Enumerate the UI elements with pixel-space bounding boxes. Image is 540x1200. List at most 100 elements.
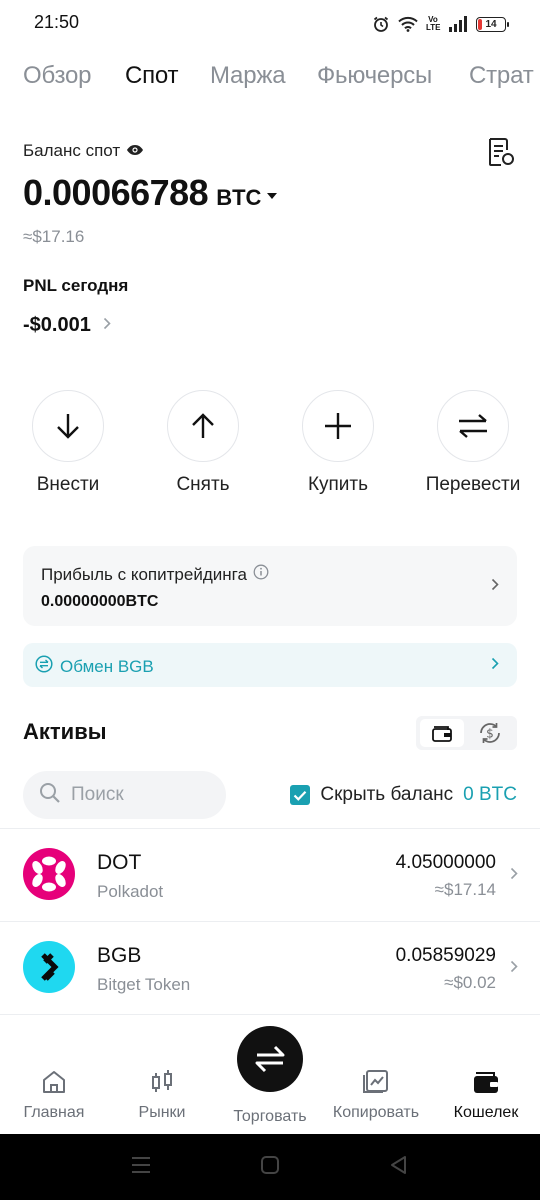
asset-amount: 4.05000000: [395, 852, 496, 873]
asset-amount: 0.05859029: [395, 945, 496, 966]
caret-down-icon[interactable]: [267, 193, 278, 199]
home-circle-icon[interactable]: [260, 1155, 280, 1180]
arrow-up-icon: [167, 390, 239, 462]
asset-name: Bitget Token: [97, 975, 191, 994]
nav-wallet-label: Кошелек: [453, 1104, 519, 1121]
swap-icon: [255, 1045, 285, 1073]
arrow-down-icon: [32, 390, 104, 462]
copy-trading-title: Прибыль с копитрейдинга: [41, 564, 269, 585]
candles-icon: [152, 1070, 172, 1092]
pnl-label: PNL сегодня: [23, 276, 129, 295]
exchange-bgb-label: Обмен BGB: [35, 655, 154, 678]
quick-actions: Внести Снять Купить Перевести: [0, 390, 540, 510]
chevron-right-icon: [103, 317, 111, 335]
asset-view-toggle: $: [416, 716, 517, 750]
search-box[interactable]: [23, 771, 226, 819]
status-time: 21:50: [34, 12, 80, 32]
signal-icon: [448, 16, 468, 32]
svg-text:$: $: [486, 727, 494, 741]
wallet-view-button[interactable]: [420, 719, 464, 747]
check-icon: [294, 790, 307, 801]
balance-row: 0.00066788 BTC: [23, 172, 278, 214]
transfer-icon: [437, 390, 509, 462]
currency-view-button[interactable]: $: [468, 719, 512, 747]
pnl-value: -$0.001: [23, 314, 91, 336]
deposit-button[interactable]: Внести: [8, 390, 128, 496]
dollar-cycle-icon: $: [480, 723, 500, 743]
battery-level: 14: [485, 18, 497, 30]
asset-usd-value: ≈$17.14: [434, 880, 496, 899]
tab-overview[interactable]: Обзор: [23, 62, 92, 90]
hide-balance-checkbox[interactable]: [290, 785, 311, 805]
balance-label: Баланс спот: [23, 141, 144, 161]
bitget-logo-icon: [23, 941, 75, 993]
exchange-bgb-banner[interactable]: Обмен BGB: [23, 643, 517, 687]
chevron-right-icon: [510, 960, 518, 978]
nav-markets[interactable]: Рынки: [108, 1068, 216, 1122]
transfer-button[interactable]: Перевести: [413, 390, 533, 496]
copy-trading-title-text: Прибыль с копитрейдинга: [41, 564, 247, 584]
chevron-right-icon: [491, 657, 499, 675]
nav-wallet[interactable]: Кошелек: [432, 1068, 540, 1122]
back-icon[interactable]: [389, 1155, 409, 1180]
polkadot-logo-icon: [23, 848, 75, 900]
alarm-icon: [372, 15, 390, 33]
nav-home[interactable]: Главная: [0, 1068, 108, 1122]
exchange-icon: [35, 655, 53, 678]
account-tabs: Обзор Спот Маржа Фьючерсы Страт: [0, 62, 540, 102]
volte-icon: Vo LTE: [426, 15, 441, 32]
nav-copy[interactable]: Копировать: [322, 1068, 430, 1122]
buy-label: Купить: [307, 474, 369, 495]
hide-balance-label: Скрыть баланс: [320, 784, 454, 805]
status-icons: Vo LTE 14: [372, 12, 509, 36]
asset-usd-value: ≈$0.02: [444, 973, 496, 992]
asset-row-dot[interactable]: DOT Polkadot 4.05000000 ≈$17.14: [0, 829, 540, 921]
balance-currency-selector[interactable]: BTC: [216, 185, 261, 211]
info-icon[interactable]: [253, 564, 269, 585]
copy-chart-icon: [363, 1070, 388, 1093]
withdraw-label: Снять: [176, 474, 230, 495]
balance-label-text: Баланс спот: [23, 141, 121, 160]
asset-symbol: DOT: [97, 851, 142, 874]
nav-markets-label: Рынки: [138, 1104, 186, 1121]
assets-title: Активы: [23, 719, 107, 744]
search-icon: [39, 782, 61, 809]
hide-balance-row[interactable]: Скрыть баланс 0 BTC: [290, 784, 517, 806]
trade-button[interactable]: [237, 1026, 303, 1092]
copy-trading-value: 0.00000000BTC: [41, 593, 159, 610]
asset-name: Polkadot: [97, 882, 164, 901]
buy-button[interactable]: Купить: [278, 390, 398, 496]
nav-home-label: Главная: [23, 1104, 85, 1121]
tab-futures[interactable]: Фьючерсы: [317, 62, 432, 90]
tab-strategies[interactable]: Страт: [469, 62, 534, 90]
menu-icon[interactable]: [131, 1155, 151, 1180]
eye-icon[interactable]: [126, 141, 144, 161]
battery-icon: 14: [476, 16, 509, 32]
search-input[interactable]: [71, 784, 201, 806]
withdraw-button[interactable]: Снять: [143, 390, 263, 496]
chevron-right-icon: [510, 867, 518, 885]
plus-icon: [302, 390, 374, 462]
history-document-icon[interactable]: [486, 136, 516, 168]
status-bar: 21:50 Vo LTE 14: [0, 0, 540, 48]
balance-amount: 0.00066788: [23, 172, 209, 213]
divider: [0, 1014, 540, 1015]
asset-row-bgb[interactable]: BGB Bitget Token 0.05859029 ≈$0.02: [0, 922, 540, 1014]
tab-margin[interactable]: Маржа: [210, 62, 286, 90]
chevron-right-icon: [491, 578, 499, 596]
pnl-row[interactable]: -$0.001: [23, 314, 111, 337]
hide-balance-amount: 0 BTC: [463, 784, 517, 805]
bottom-navigation: Главная Рынки Торговать Копировать Кошел…: [0, 1026, 540, 1134]
nav-trade-label[interactable]: Торговать: [216, 1108, 324, 1126]
asset-symbol: BGB: [97, 944, 142, 967]
wallet-outline-icon: [432, 726, 452, 742]
tab-spot[interactable]: Спот: [125, 62, 179, 90]
nav-copy-label: Копировать: [332, 1104, 420, 1121]
copy-trading-card[interactable]: Прибыль с копитрейдинга 0.00000000BTC: [23, 546, 517, 626]
system-navigation-bar: [0, 1134, 540, 1200]
home-icon: [43, 1071, 65, 1093]
exchange-bgb-text: Обмен BGB: [60, 656, 154, 676]
balance-usd: ≈$17.16: [23, 227, 85, 246]
deposit-label: Внести: [36, 474, 100, 495]
wallet-icon: [474, 1072, 498, 1093]
